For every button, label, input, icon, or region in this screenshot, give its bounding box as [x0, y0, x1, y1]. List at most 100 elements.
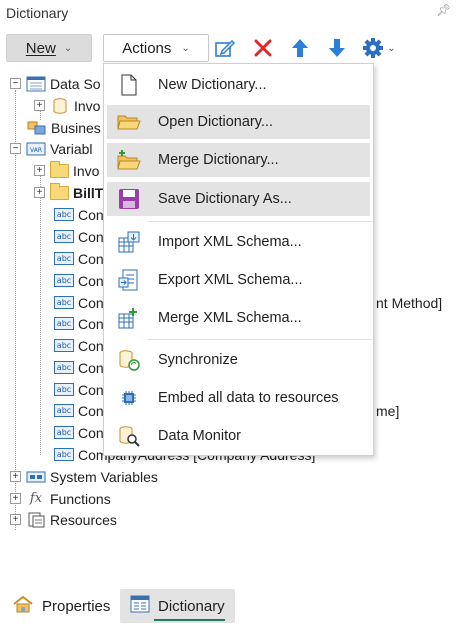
import-xml-icon: [117, 230, 141, 254]
svg-text:VAR: VAR: [30, 147, 42, 154]
expand-toggle-icon[interactable]: +: [34, 165, 45, 176]
tree-node-data-sources[interactable]: − Data So: [10, 73, 101, 94]
menu-item-label: Import XML Schema...: [158, 234, 302, 250]
collapse-toggle-icon[interactable]: −: [10, 143, 21, 154]
tree-node-variable[interactable]: abc Con: [54, 270, 104, 291]
merge-xml-icon: [117, 306, 141, 330]
tree-label: Con: [78, 359, 104, 376]
expand-toggle-icon[interactable]: +: [10, 471, 21, 482]
tree-node-variable[interactable]: abc Con: [54, 204, 104, 225]
tree-label-overflow: me]: [376, 402, 400, 419]
expand-toggle-icon[interactable]: +: [34, 100, 45, 111]
tree-node-variable[interactable]: abc Con: [54, 335, 104, 356]
variables-icon: VAR: [26, 141, 46, 157]
settings-gear-icon[interactable]: ⌄: [360, 36, 398, 60]
string-variable-icon: abc: [54, 252, 74, 265]
new-page-icon: [117, 73, 141, 97]
edit-icon[interactable]: [212, 36, 238, 60]
pin-icon[interactable]: 📌︎: [436, 3, 451, 17]
function-fx-icon: fx: [29, 490, 43, 506]
move-up-icon[interactable]: [287, 36, 313, 60]
menu-item-merge-xml-schema[interactable]: Merge XML Schema...: [107, 301, 370, 335]
string-variable-icon: abc: [54, 274, 74, 287]
chevron-down-icon: ⌄: [181, 42, 190, 54]
tree-label: BillT: [73, 184, 104, 201]
menu-item-import-xml-schema[interactable]: Import XML Schema...: [107, 225, 370, 259]
string-variable-icon: abc: [54, 208, 74, 221]
tab-dictionary[interactable]: Dictionary: [120, 589, 235, 623]
expand-toggle-icon[interactable]: +: [10, 493, 21, 504]
tab-properties[interactable]: Properties: [2, 589, 120, 623]
tree-node-variable[interactable]: abc Con: [54, 400, 104, 421]
string-variable-icon: abc: [54, 448, 74, 461]
expand-toggle-icon[interactable]: +: [34, 187, 45, 198]
tree-node-variables[interactable]: − VAR Variabl: [10, 138, 93, 159]
tree-node-variable[interactable]: abc Con: [54, 422, 104, 443]
chevron-down-icon: ⌄: [387, 42, 396, 54]
string-variable-icon: abc: [54, 339, 74, 352]
tree-label: Con: [78, 337, 104, 354]
string-variable-icon: abc: [54, 361, 74, 374]
resources-icon: [26, 512, 46, 528]
tree-node-variable[interactable]: abc Con: [54, 357, 104, 378]
expand-toggle-icon[interactable]: +: [10, 514, 21, 525]
tree-node-system-variables[interactable]: + System Variables: [10, 466, 158, 487]
tree-label: System Variables: [50, 468, 158, 485]
move-down-icon[interactable]: [324, 36, 350, 60]
menu-item-synchronize[interactable]: Synchronize: [107, 343, 370, 377]
tree-node-variable[interactable]: abc Con: [54, 313, 104, 334]
folder-icon: [50, 182, 69, 200]
tree-node-functions[interactable]: + fx Functions: [10, 488, 111, 509]
tree-node-invoice-folder[interactable]: + Invo: [34, 160, 99, 181]
tree-node-billto-folder[interactable]: + BillT: [34, 182, 103, 203]
data-sources-icon: [26, 76, 46, 92]
actions-button[interactable]: Actions ⌄: [103, 34, 209, 62]
tree-node-variable[interactable]: abc Con: [54, 226, 104, 247]
tree-label: Con: [78, 381, 104, 398]
tree-label: Data So: [50, 75, 101, 92]
tree-label: Con: [78, 228, 104, 245]
properties-icon: [12, 595, 34, 617]
tree-node-business-objects[interactable]: Busines: [27, 117, 101, 138]
database-icon: [50, 97, 70, 114]
tree-node-variable[interactable]: abc Con: [54, 248, 104, 269]
tree-node-invoice-datasource[interactable]: + Invo: [34, 95, 100, 116]
menu-item-new-dictionary[interactable]: New Dictionary...: [107, 68, 370, 102]
menu-item-label: Merge XML Schema...: [158, 310, 302, 326]
tree-label: Variabl: [50, 140, 93, 157]
business-objects-icon: [27, 120, 47, 136]
menu-item-label: Merge Dictionary...: [158, 152, 279, 168]
export-xml-icon: [117, 268, 141, 292]
tree-node-variable[interactable]: abc Con: [54, 292, 104, 313]
tree-label-overflow: nt Method]: [376, 294, 443, 311]
menu-item-data-monitor[interactable]: Data Monitor: [107, 419, 370, 453]
collapse-toggle-icon[interactable]: −: [10, 78, 21, 89]
tree-label: Invo: [73, 162, 100, 179]
tree-label: Con: [78, 294, 104, 311]
tree-label: Con: [78, 402, 104, 419]
menu-item-label: Data Monitor: [158, 428, 242, 444]
embed-icon: [117, 386, 141, 410]
string-variable-icon: abc: [54, 426, 74, 439]
menu-item-export-xml-schema[interactable]: Export XML Schema...: [107, 263, 370, 297]
menu-item-open-dictionary[interactable]: Open Dictionary...: [107, 105, 370, 139]
tree-label: Resources: [50, 511, 117, 528]
tree-label: Con: [78, 250, 104, 267]
menu-item-merge-dictionary[interactable]: Merge Dictionary...: [107, 143, 370, 177]
folder-icon: [50, 160, 69, 178]
synchronize-icon: [117, 348, 141, 372]
system-variables-icon: [26, 469, 46, 485]
open-folder-icon: [117, 110, 141, 134]
menu-item-label: New Dictionary...: [158, 77, 267, 93]
menu-item-save-dictionary-as[interactable]: Save Dictionary As...: [107, 182, 370, 216]
menu-item-label: Synchronize: [158, 352, 238, 368]
string-variable-icon: abc: [54, 404, 74, 417]
tree-node-resources[interactable]: + Resources: [10, 509, 117, 530]
save-disk-icon: [117, 187, 141, 211]
tree-label: Con: [78, 206, 104, 223]
new-button[interactable]: New ⌄: [6, 34, 92, 62]
tree-node-variable[interactable]: abc Con: [54, 379, 104, 400]
menu-item-embed-all-data[interactable]: Embed all data to resources: [107, 381, 370, 415]
menu-item-label: Open Dictionary...: [158, 114, 273, 130]
delete-icon[interactable]: [250, 36, 276, 60]
